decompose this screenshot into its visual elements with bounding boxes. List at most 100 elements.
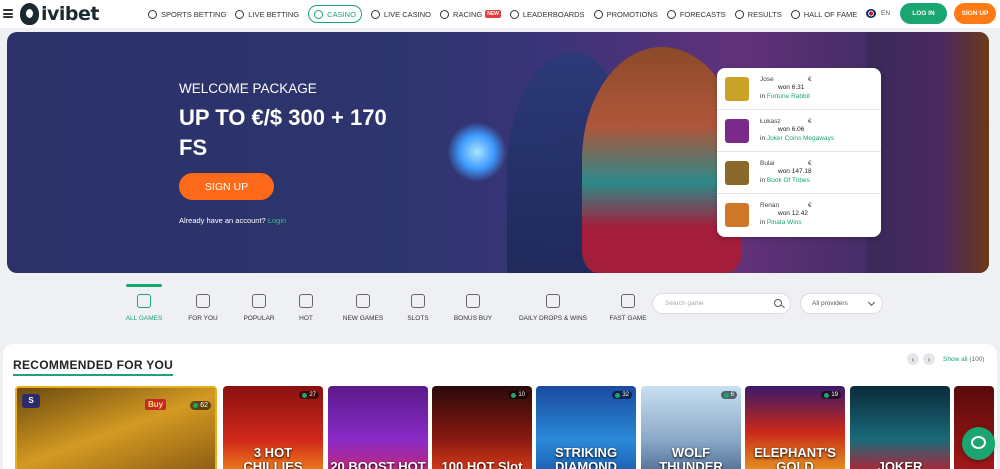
magic-orb-illustration	[447, 122, 507, 182]
players-count: 6	[720, 391, 737, 399]
casino-chip-icon	[314, 9, 324, 19]
game-tile[interactable]: 10 100 HOT Slot	[432, 386, 532, 469]
language-label: EN	[881, 10, 891, 17]
nav-item-promotions[interactable]: PROMOTIONS	[593, 5, 658, 23]
welcome-banner[interactable]: WELCOME PACKAGE UP TO €/$ 300 + 170 FS S…	[7, 32, 989, 273]
providers-label: All providers	[812, 300, 848, 307]
game-tile[interactable]: S Buy 62	[15, 386, 217, 469]
menu-icon[interactable]	[3, 9, 13, 18]
account-text: Already have an account?	[179, 216, 266, 225]
search-input[interactable]: Search game	[652, 293, 791, 314]
winner-game: in Fortune Rabbit	[760, 93, 810, 100]
category-all-games[interactable]: ALL GAMES	[126, 284, 162, 328]
winner-currency: €	[808, 118, 812, 125]
game-title: JOKER	[877, 459, 923, 469]
nav-item-label: LIVE CASINO	[383, 9, 432, 19]
nav-item-sports-betting[interactable]: SPORTS BETTING	[148, 5, 226, 23]
winner-row[interactable]: Jose € won 6.31 in Fortune Rabbit	[717, 68, 881, 110]
money-bag-icon	[466, 294, 480, 308]
language-selector[interactable]: EN	[866, 9, 890, 18]
winner-row[interactable]: Renan € won 12.42 in Pinata Wins	[717, 194, 881, 236]
winner-name: Renan	[760, 202, 780, 209]
game-thumbnail[interactable]	[725, 203, 749, 227]
nav-item-live-betting[interactable]: LIVE BETTING	[235, 5, 299, 23]
game-tile[interactable]: 19 ELEPHANT'S GOLD	[745, 386, 845, 469]
cake-icon	[546, 294, 560, 308]
category-hot[interactable]: HOT	[298, 284, 314, 328]
winner-amount: won 6.31	[778, 84, 805, 91]
signup-button[interactable]: SIGN UP	[954, 3, 996, 24]
nav-item-label: RACING	[453, 9, 483, 19]
nav-item-racing[interactable]: RACING NEW	[440, 5, 501, 23]
trophy-icon	[509, 9, 519, 19]
recommended-section: RECOMMENDED FOR YOU ‹ › Show all (100) S…	[3, 344, 997, 469]
banner-signup-button[interactable]: SIGN UP	[179, 173, 274, 200]
sparkle-icon	[196, 294, 210, 308]
crown-icon	[252, 294, 266, 308]
show-all-link[interactable]: Show all (100)	[943, 356, 985, 363]
nav-item-forecasts[interactable]: FORECASTS	[666, 5, 726, 23]
game-thumbnail[interactable]	[725, 119, 749, 143]
soccer-ball-icon	[148, 9, 157, 19]
winner-game: in Book Of Tribes	[760, 177, 810, 184]
nav-item-casino[interactable]: CASINO	[308, 5, 362, 23]
search-icon[interactable]	[774, 299, 782, 307]
players-count: 10	[508, 391, 528, 399]
nav-item-hall-of-fame[interactable]: HALL OF FAME	[790, 5, 858, 23]
winner-in: in	[760, 135, 766, 142]
brand-name: ivibet	[41, 3, 99, 25]
category-slots[interactable]: SLOTS	[407, 284, 429, 328]
game-title: ELEPHANT'S GOLD	[754, 445, 836, 469]
nav-item-leaderboards[interactable]: LEADERBOARDS	[509, 5, 585, 23]
nav-item-label: HALL OF FAME	[803, 9, 858, 19]
nav-item-label: RESULTS	[747, 9, 782, 19]
game-tile[interactable]: 20 BOOST HOT	[328, 386, 428, 469]
cards-icon	[370, 9, 380, 19]
providers-dropdown[interactable]: All providers	[800, 293, 883, 314]
game-tile[interactable]: 32 STRIKING DIAMOND	[536, 386, 636, 469]
chat-icon[interactable]	[962, 427, 995, 460]
search-placeholder: Search game	[665, 300, 704, 307]
winner-game-link[interactable]: Pinata Wins	[767, 219, 802, 226]
star-icon	[356, 294, 370, 308]
game-title: 20 BOOST HOT	[330, 459, 426, 469]
category-for-you[interactable]: FOR YOU	[188, 284, 218, 328]
list-icon	[734, 9, 744, 19]
category-popular[interactable]: POPULAR	[243, 284, 275, 328]
winner-row[interactable]: Łukasz € won 6.06 in Joker Coins Megaways	[717, 110, 881, 152]
nav-item-live-casino[interactable]: LIVE CASINO	[370, 5, 432, 23]
game-tile[interactable]: 6 WOLF THUNDER	[641, 386, 741, 469]
winner-game-link[interactable]: Joker Coins Megaways	[767, 135, 834, 142]
category-fast-game[interactable]: FAST GAME	[609, 284, 647, 328]
winner-game-link[interactable]: Fortune Rabbit	[767, 93, 810, 100]
nav-item-results[interactable]: RESULTS	[734, 5, 782, 23]
banner-subtitle: WELCOME PACKAGE	[179, 81, 317, 96]
chevron-down-icon	[867, 298, 876, 307]
game-tile[interactable]: 27 3 HOT CHILLIES	[223, 386, 323, 469]
prev-arrow-icon[interactable]: ‹	[907, 353, 919, 365]
winner-amount: won 147.18	[778, 168, 812, 175]
cherries-icon	[411, 294, 425, 308]
login-button[interactable]: LOG IN	[900, 3, 947, 24]
category-daily-drops-wins[interactable]: DAILY DROPS & WINS	[518, 284, 588, 328]
game-title: STRIKING DIAMOND	[554, 445, 618, 469]
main-nav: SPORTS BETTING LIVE BETTING CASINO LIVE CAS…	[148, 0, 866, 28]
login-link[interactable]: Login	[268, 216, 286, 225]
game-thumbnail[interactable]	[725, 77, 749, 101]
winner-game-link[interactable]: Book Of Tribes	[767, 177, 810, 184]
game-thumbnail[interactable]	[725, 161, 749, 185]
chart-icon	[666, 9, 676, 19]
brand-logo[interactable]: ivibet	[20, 2, 99, 26]
category-label: SLOTS	[407, 315, 429, 322]
game-tile[interactable]: JOKER	[850, 386, 950, 469]
category-bonus-buy[interactable]: BONUS BUY	[453, 284, 493, 328]
next-arrow-icon[interactable]: ›	[923, 353, 935, 365]
category-new-games[interactable]: NEW GAMES	[342, 284, 384, 328]
recent-winners-panel: Jose € won 6.31 in Fortune Rabbit Łukasz € won…	[717, 68, 881, 237]
winner-row[interactable]: Bulai € won 147.18 in Book Of Tribes	[717, 152, 881, 194]
game-title: WOLF THUNDER	[659, 445, 723, 469]
gift-icon	[593, 9, 603, 19]
nav-item-label: LIVE BETTING	[248, 9, 300, 19]
game-title: 3 HOT CHILLIES	[243, 445, 303, 469]
winner-in: in	[760, 93, 766, 100]
